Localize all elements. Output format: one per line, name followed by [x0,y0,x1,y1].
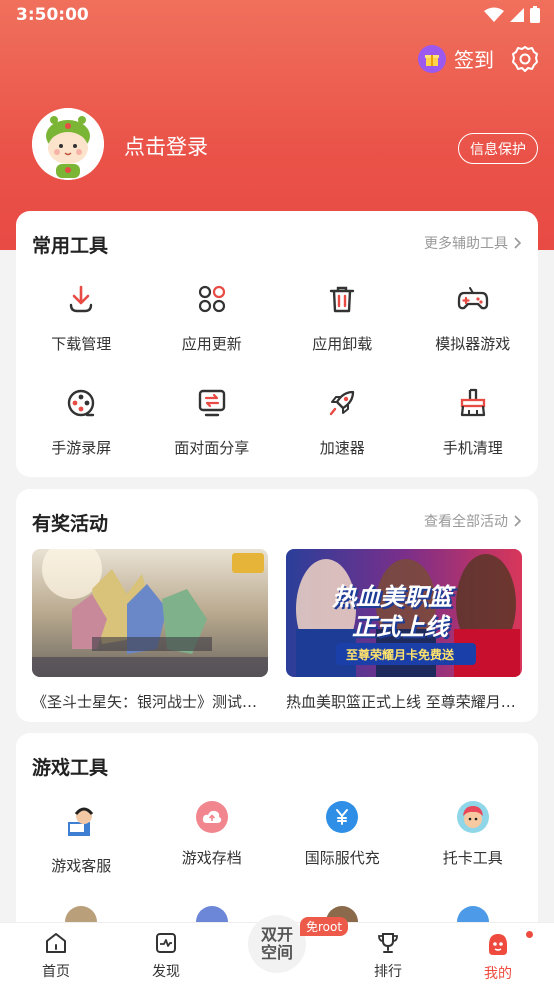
tab-mine[interactable]: 我的 [458,931,538,983]
all-activities-link[interactable]: 查看全部活动 [424,511,522,531]
toca-character-icon [456,801,489,833]
tool-face-to-face-share[interactable]: 面对面分享 [147,383,278,458]
activities-card: 有奖活动 查看全部活动 《圣斗士星矢：银河战士》测试资格开启 [16,489,538,722]
wifi-icon [484,7,504,22]
tool-label: 面对面分享 [174,439,250,457]
notification-dot [526,931,533,938]
tool-app-uninstall[interactable]: 应用卸载 [277,279,408,354]
activity-banner-saint-seiya[interactable] [32,549,268,677]
tool-download-manager[interactable]: 下载管理 [16,279,147,354]
tool-label: 国际服代充 [304,849,380,867]
status-bar: 3:50:00 [0,0,554,30]
rocket-icon [322,383,362,423]
banner-subheadline: 正式上线 [352,613,448,641]
avatar[interactable] [32,108,104,180]
tab-label: 首页 [42,964,70,980]
tool-international-recharge[interactable]: 国际服代充 [277,801,408,876]
tool-label: 游戏存档 [181,849,242,867]
tab-label: 发现 [152,964,180,980]
broom-icon [453,383,493,423]
signal-icon [510,7,524,22]
banner-promo: 至尊荣耀月卡免费送 [346,648,455,662]
profile-icon [489,934,507,955]
film-reel-icon [61,383,101,423]
gear-icon[interactable] [510,44,540,74]
activity-banner-nba[interactable]: 热血美职篮 正式上线 至尊荣耀月卡免费送 [286,549,522,677]
tool-label: 托卡工具 [442,849,503,867]
tool-toca[interactable]: 托卡工具 [408,801,539,876]
tab-label: 排行 [374,964,402,980]
tab-discover[interactable]: 发现 [126,931,206,981]
dual-space-label-2: 空间 [260,943,293,962]
gamepad-icon [453,279,493,319]
home-icon [46,933,66,953]
activities-title: 有奖活动 [32,513,109,535]
all-activities-label: 查看全部活动 [424,514,508,530]
common-tools-row-2: 手游录屏 面对面分享 加速器 手机清理 [16,383,538,458]
tab-home[interactable]: 首页 [16,931,96,981]
privacy-protection-button[interactable]: 信息保护 [458,133,538,164]
trash-icon [322,279,362,319]
tool-game-save[interactable]: 游戏存档 [147,801,278,876]
activity-caption[interactable]: 热血美职篮正式上线 至尊荣耀月卡免费送 [286,691,522,712]
status-icons [484,6,540,23]
common-tools-row-1: 下载管理 应用更新 应用卸载 模拟器游戏 [16,279,538,354]
app-update-icon [192,279,232,319]
battery-icon [530,6,540,23]
mascot-avatar-icon [32,108,104,180]
customer-service-icon [61,801,101,841]
status-time: 3:50:00 [16,5,89,25]
tab-ranking[interactable]: 排行 [348,931,428,981]
chevron-right-icon [514,515,522,527]
tool-label: 加速器 [319,439,365,457]
tool-label: 应用卸载 [312,335,373,353]
chevron-right-icon [514,237,522,249]
no-root-badge: 免root [300,917,349,936]
discover-icon [156,933,176,953]
share-transfer-icon [192,383,232,423]
dual-space-label-1: 双开 [260,925,293,944]
tool-emulator-games[interactable]: 模拟器游戏 [408,279,539,354]
download-icon [61,279,101,319]
game-tools-title: 游戏工具 [32,757,109,779]
tool-label: 手机清理 [442,439,503,457]
login-prompt[interactable]: 点击登录 [124,131,208,161]
saint-seiya-artwork [32,549,268,677]
tool-label: 下载管理 [51,335,112,353]
cloud-upload-icon [195,801,228,833]
gift-icon [418,44,446,73]
trophy-icon [378,933,398,953]
bottom-tab-bar: 首页 发现 双开 空间 免root 排行 我的 [0,915,554,984]
tool-screen-record[interactable]: 手游录屏 [16,383,147,458]
game-tools-row-1: 游戏客服 游戏存档 国际服代充 托卡工具 [16,801,538,876]
more-tools-link[interactable]: 更多辅助工具 [424,233,522,253]
dual-space-button[interactable]: 双开 空间 [248,915,306,973]
tool-label: 游戏客服 [51,857,112,875]
tab-label: 我的 [484,966,512,982]
tool-app-update[interactable]: 应用更新 [147,279,278,354]
tool-label: 应用更新 [181,335,242,353]
tool-accelerator[interactable]: 加速器 [277,383,408,458]
more-tools-label: 更多辅助工具 [424,236,508,252]
tool-phone-cleanup[interactable]: 手机清理 [408,383,539,458]
tool-label: 模拟器游戏 [435,335,511,353]
signin-button[interactable]: 签到 [418,44,494,73]
common-tools-card: 常用工具 更多辅助工具 下载管理 应用更新 应用卸载 模拟器游戏 手游录屏 面对… [16,211,538,477]
activity-caption[interactable]: 《圣斗士星矢：银河战士》测试资格开启 [32,691,268,712]
signin-label: 签到 [454,48,494,72]
tool-game-customer-service[interactable]: 游戏客服 [16,801,147,876]
yen-icon [326,801,359,833]
tool-label: 手游录屏 [51,439,112,457]
common-tools-title: 常用工具 [32,235,109,257]
